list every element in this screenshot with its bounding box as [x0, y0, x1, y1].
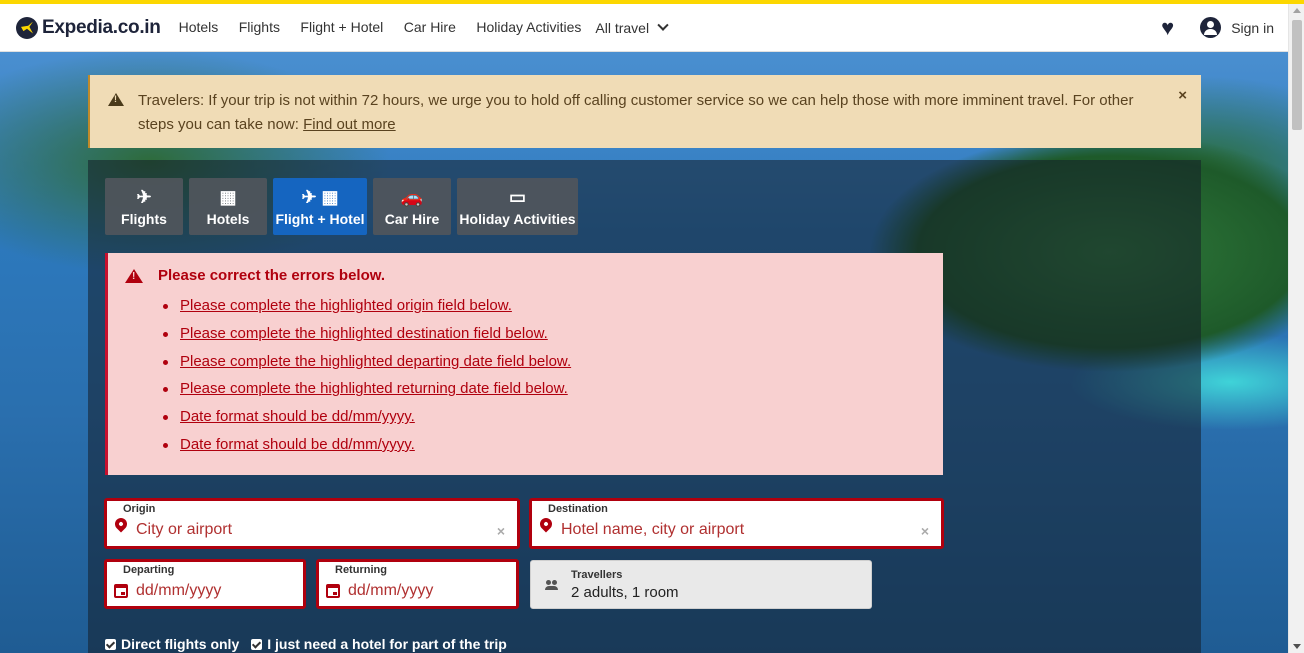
scroll-up-arrow-icon[interactable] [1293, 8, 1301, 13]
tab-label: Holiday Activities [459, 210, 576, 227]
checkbox-checked-icon[interactable] [251, 638, 263, 650]
location-pin-icon [112, 515, 130, 533]
all-travel-dropdown[interactable]: All travel [595, 19, 669, 36]
close-advisory-button[interactable]: × [1178, 87, 1187, 104]
expedia-logo[interactable]: Expedia.co.in [16, 16, 161, 39]
clear-destination-icon[interactable]: × [921, 523, 929, 539]
chevron-down-icon [657, 19, 669, 31]
error-link[interactable]: Please complete the highlighted destinat… [180, 325, 548, 342]
hotel-icon: ▦ [219, 186, 237, 207]
tab-flight-hotel[interactable]: ✈ ▦ Flight + Hotel [273, 178, 367, 235]
all-travel-label: All travel [595, 19, 650, 36]
advisory-message: Travelers: If your trip is not within 72… [138, 92, 1134, 133]
error-item[interactable]: Date format should be dd/mm/yyyy. [162, 436, 571, 464]
returning-field[interactable]: Returning dd/mm/yyyy [316, 559, 519, 609]
departing-field[interactable]: Departing dd/mm/yyyy [104, 559, 306, 609]
error-item[interactable]: Please complete the highlighted origin f… [162, 297, 571, 325]
error-link[interactable]: Please complete the highlighted returnin… [180, 380, 568, 397]
tab-flights[interactable]: ✈ Flights [105, 178, 183, 235]
origin-field[interactable]: Origin City or airport × [104, 498, 520, 549]
page-scrollbar[interactable] [1288, 4, 1304, 653]
find-out-more-link[interactable]: Find out more [303, 116, 396, 133]
tab-label: Flights [121, 210, 167, 227]
search-options: Direct flights only I just need a hotel … [105, 636, 519, 652]
calendar-icon [114, 584, 128, 598]
error-link[interactable]: Date format should be dd/mm/yyyy. [180, 408, 415, 425]
travel-advisory-banner: Travelers: If your trip is not within 72… [88, 75, 1201, 148]
returning-label: Returning [335, 564, 387, 576]
plane-hotel-icon: ✈ ▦ [301, 186, 339, 207]
scroll-thumb[interactable] [1292, 20, 1302, 130]
travellers-icon [545, 580, 560, 590]
travellers-selector[interactable]: Travellers 2 adults, 1 room [530, 560, 872, 609]
tab-hotels[interactable]: ▦ Hotels [189, 178, 267, 235]
direct-flights-checkbox[interactable]: Direct flights only [105, 636, 239, 652]
error-link[interactable]: Date format should be dd/mm/yyyy. [180, 436, 415, 453]
tab-label: Hotels [206, 210, 250, 227]
nav-flight-hotel[interactable]: Flight + Hotel [300, 19, 383, 35]
heart-icon[interactable]: ♥ [1161, 16, 1174, 39]
tab-holiday-activities[interactable]: ▭ Holiday Activities [457, 178, 578, 235]
returning-input[interactable]: dd/mm/yyyy [348, 582, 433, 600]
tab-label: Car Hire [384, 210, 440, 227]
destination-label: Destination [548, 503, 608, 515]
nav-flights[interactable]: Flights [239, 19, 280, 35]
error-item[interactable]: Please complete the highlighted destinat… [162, 325, 571, 353]
error-link[interactable]: Please complete the highlighted origin f… [180, 297, 512, 314]
error-item[interactable]: Please complete the highlighted departin… [162, 353, 571, 381]
ticket-icon: ▭ [508, 186, 526, 207]
error-item[interactable]: Date format should be dd/mm/yyyy. [162, 408, 571, 436]
advisory-text: Travelers: If your trip is not within 72… [138, 89, 1148, 137]
error-list: Please complete the highlighted origin f… [162, 297, 571, 464]
car-icon: 🚗 [400, 186, 424, 207]
calendar-icon [326, 584, 340, 598]
checkbox-label: I just need a hotel for part of the trip [267, 636, 507, 652]
plane-icon: ✈ [136, 186, 152, 207]
nav-holiday-activities[interactable]: Holiday Activities [476, 19, 581, 35]
error-link[interactable]: Please complete the highlighted departin… [180, 353, 571, 370]
origin-input[interactable]: City or airport [136, 521, 232, 539]
checkbox-label: Direct flights only [121, 636, 240, 652]
nav-car-hire[interactable]: Car Hire [404, 19, 456, 35]
tab-label: Flight + Hotel [275, 210, 365, 227]
logo-text: Expedia.co.in [42, 16, 161, 38]
search-tabs: ✈ Flights ▦ Hotels ✈ ▦ Flight + Hotel 🚗 … [105, 178, 584, 235]
checkbox-checked-icon[interactable] [105, 638, 116, 650]
travellers-label: Travellers [571, 569, 623, 581]
main-nav: Hotels Flights Flight + Hotel Car Hire H… [171, 19, 590, 37]
error-item[interactable]: Please complete the highlighted returnin… [162, 380, 571, 408]
destination-input[interactable]: Hotel name, city or airport [561, 521, 744, 539]
tab-car-hire[interactable]: 🚗 Car Hire [373, 178, 451, 235]
travellers-value: 2 adults, 1 room [571, 584, 679, 601]
account-icon[interactable] [1200, 17, 1222, 38]
partial-hotel-checkbox[interactable]: I just need a hotel for part of the trip [251, 636, 507, 652]
scroll-down-arrow-icon[interactable] [1293, 644, 1301, 649]
header-actions: ♥ Sign in [1161, 16, 1274, 39]
origin-label: Origin [123, 503, 156, 515]
destination-field[interactable]: Destination Hotel name, city or airport … [529, 498, 944, 549]
location-pin-icon [537, 515, 555, 533]
site-header: Expedia.co.in Hotels Flights Flight + Ho… [0, 4, 1288, 52]
expedia-logo-icon [16, 16, 38, 39]
warning-icon [108, 93, 124, 106]
error-summary: Please correct the errors below. Please … [105, 253, 943, 475]
clear-origin-icon[interactable]: × [497, 523, 505, 539]
nav-hotels[interactable]: Hotels [179, 19, 219, 35]
error-warning-icon [125, 269, 143, 283]
sign-in-link[interactable]: Sign in [1231, 20, 1274, 36]
departing-input[interactable]: dd/mm/yyyy [136, 582, 221, 600]
departing-label: Departing [123, 564, 175, 576]
error-title: Please correct the errors below. [158, 267, 386, 284]
